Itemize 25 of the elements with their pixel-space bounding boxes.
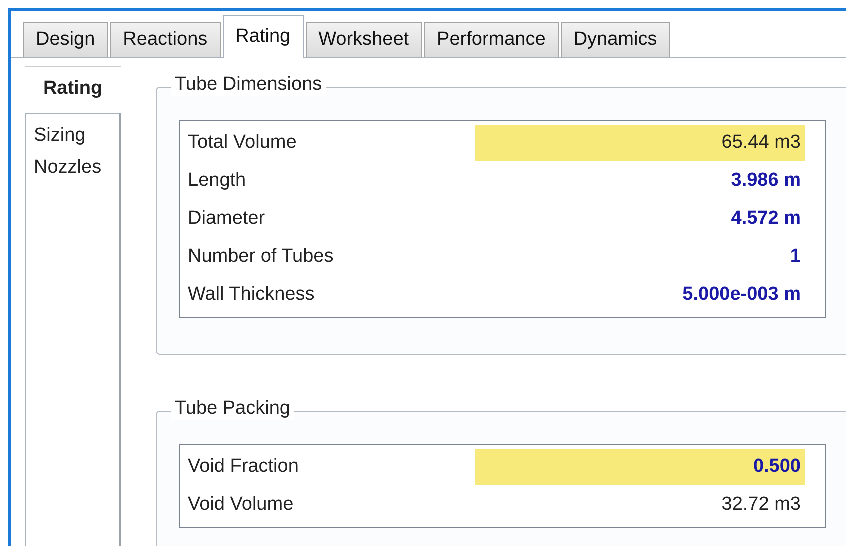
value-cell[interactable]: 5.000e-003 m — [475, 277, 805, 313]
value-cell[interactable]: 65.44 m3 — [475, 125, 805, 161]
tab[interactable]: Worksheet — [306, 22, 422, 57]
group-title: Tube Dimensions — [171, 74, 326, 96]
value-cell[interactable]: 32.72 m3 — [475, 487, 805, 523]
property-label: Number of Tubes — [187, 246, 335, 268]
value-cell[interactable]: 3.986 m — [475, 163, 805, 199]
sidebar-item[interactable]: Nozzles — [26, 152, 119, 184]
sidebar-item[interactable]: Rating — [25, 66, 121, 113]
tab[interactable]: Dynamics — [560, 22, 670, 57]
tab[interactable]: Design — [23, 22, 108, 57]
value-cell[interactable]: 1 — [475, 239, 805, 275]
property-label: Void Fraction — [187, 456, 300, 478]
sidebar-item[interactable]: Sizing — [26, 120, 119, 152]
tab[interactable]: Performance — [424, 22, 559, 57]
tab[interactable]: Rating — [222, 15, 304, 58]
value-cell[interactable]: 4.572 m — [475, 201, 805, 237]
property-label: Diameter — [187, 208, 266, 230]
property-label: Length — [187, 170, 248, 192]
property-label: Total Volume — [187, 132, 298, 154]
property-label: Void Volume — [187, 494, 295, 516]
property-label: Wall Thickness — [187, 284, 316, 306]
tab[interactable]: Reactions — [110, 22, 221, 57]
group-title: Tube Packing — [171, 398, 294, 420]
value-cell[interactable]: 0.500 — [475, 449, 805, 485]
